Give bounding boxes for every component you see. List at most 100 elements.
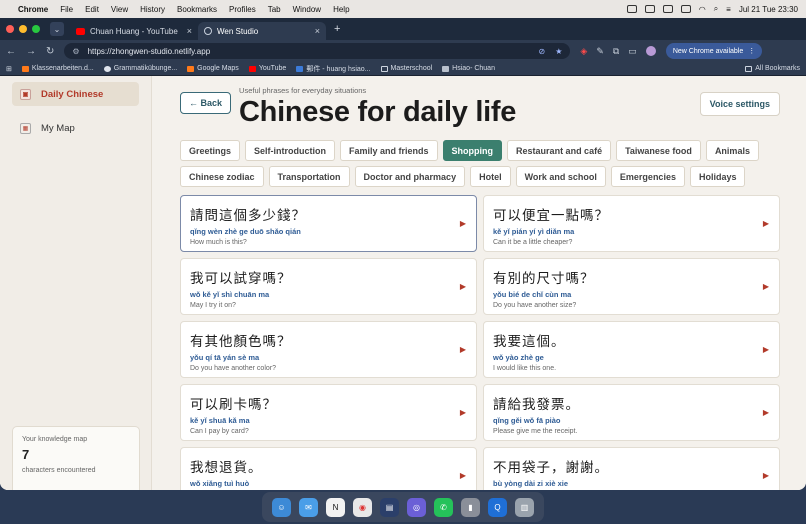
control-center-icon[interactable]: ≡ — [726, 5, 731, 14]
category-tab[interactable]: Greetings — [180, 140, 241, 161]
notion-status-icon[interactable] — [662, 5, 673, 13]
puzzle-icon[interactable]: ⧉ — [613, 46, 619, 57]
menu-tab[interactable]: Tab — [268, 5, 281, 14]
menu-help[interactable]: Help — [333, 5, 349, 14]
category-tab[interactable]: Transportation — [268, 166, 350, 187]
search-icon[interactable]: ⌕ — [714, 4, 718, 14]
menu-file[interactable]: File — [60, 5, 73, 14]
status-icon[interactable] — [644, 5, 655, 13]
phrase-card[interactable]: 請給我發票。 qǐng gěi wǒ fā piào Please give me … — [483, 384, 780, 441]
category-tab[interactable]: Self-introduction — [245, 140, 336, 161]
category-tab[interactable]: Emergencies — [610, 166, 685, 187]
play-audio-icon[interactable]: ▶ — [460, 219, 466, 228]
category-tab[interactable]: Doctor and pharmacy — [354, 166, 466, 187]
phrase-card[interactable]: 可以刷卡嗎？ kě yǐ shuā kǎ ma Can I pay by card?… — [180, 384, 477, 441]
minimize-window-button[interactable] — [19, 25, 27, 33]
chrome-update-button[interactable]: New Chrome available ⋮ — [665, 43, 763, 59]
menu-edit[interactable]: Edit — [85, 5, 99, 14]
sidebar-item-daily-chinese[interactable]: ▣ Daily Chinese — [12, 82, 139, 106]
phrase-card[interactable]: 有其他顏色嗎？ yǒu qí tā yán sè ma Do you have an… — [180, 321, 477, 378]
voice-settings-button[interactable]: Voice settings — [699, 92, 780, 116]
phrase-card[interactable]: 不用袋子，謝謝。 bù yòng dài zi xiè xie ▶ — [483, 447, 780, 490]
menu-app-name[interactable]: Chrome — [18, 5, 48, 14]
new-tab-button[interactable]: + — [334, 23, 340, 35]
profile-avatar-icon[interactable] — [645, 46, 656, 56]
whatsapp-icon[interactable]: ✆ — [434, 497, 453, 517]
play-audio-icon[interactable]: ▶ — [763, 471, 769, 480]
back-button[interactable]: ← Back — [180, 92, 232, 114]
trash-icon[interactable]: ▥ — [515, 497, 534, 517]
finder-icon[interactable]: ☺ — [272, 497, 291, 517]
category-tab[interactable]: Work and school — [515, 166, 606, 187]
sidepanel-icon[interactable]: ▭ — [628, 46, 637, 57]
play-audio-icon[interactable]: ▶ — [460, 282, 466, 291]
phrase-card[interactable]: 可以便宜一點嗎？ kě yǐ pián yí yì diǎn ma Can it b… — [483, 195, 780, 252]
tab-youtube[interactable]: Chuan Huang - YouTube × — [70, 22, 198, 40]
category-tab[interactable]: Family and friends — [340, 140, 438, 161]
play-audio-icon[interactable]: ▶ — [763, 345, 769, 354]
reload-icon[interactable]: ↻ — [46, 46, 54, 57]
menu-history[interactable]: History — [140, 5, 165, 14]
play-audio-icon[interactable]: ▶ — [460, 408, 466, 417]
phrase-card[interactable]: 請問這個多少錢？ qǐng wèn zhè ge duō shǎo qián How… — [180, 195, 477, 252]
bookmark-item[interactable]: 郵件 - huang hsiao... — [296, 64, 371, 74]
category-tab[interactable]: Hotel — [470, 166, 511, 187]
files-icon[interactable]: ▤ — [380, 497, 399, 517]
discord-icon[interactable]: ◎ — [407, 497, 426, 517]
bookmark-item[interactable]: Klassenarbeiten.d... — [21, 65, 94, 72]
all-bookmarks-folder[interactable]: All Bookmarks — [745, 65, 800, 72]
close-window-button[interactable] — [6, 25, 14, 33]
phrase-card[interactable]: 我可以試穿嗎？ wǒ kě yǐ shì chuān ma May I try it… — [180, 258, 477, 315]
category-tab[interactable]: Holidays — [689, 166, 746, 187]
page-title: Chinese for daily life — [239, 96, 517, 128]
shield-extension-icon[interactable]: ◈ — [580, 46, 587, 57]
browser-toolbar: ← → ↻ ⚙ https://zhongwen-studio.netlify.… — [0, 40, 806, 62]
play-audio-icon[interactable]: ▶ — [763, 408, 769, 417]
phrase-card[interactable]: 我要這個。 wǒ yào zhè ge I would like this one.… — [483, 321, 780, 378]
knowledge-map-card[interactable]: Your knowledge map 7 characters encounte… — [12, 426, 140, 490]
menu-window[interactable]: Window — [293, 5, 321, 14]
play-audio-icon[interactable]: ▶ — [763, 219, 769, 228]
phrase-card[interactable]: 有別的尺寸嗎？ yǒu bié de chǐ cùn ma Do you have … — [483, 258, 780, 315]
quicktime-icon[interactable]: Q — [488, 497, 507, 517]
category-tab[interactable]: Animals — [705, 140, 759, 161]
status-icon[interactable] — [626, 5, 637, 13]
close-tab-icon[interactable]: × — [315, 26, 320, 36]
menu-view[interactable]: View — [111, 5, 128, 14]
site-info-icon[interactable]: ⚙ — [72, 47, 79, 56]
wifi-icon[interactable]: ◠ — [699, 5, 706, 14]
menu-bookmarks[interactable]: Bookmarks — [177, 5, 217, 14]
category-tab[interactable]: Shopping — [442, 140, 503, 161]
bookmark-item[interactable]: YouTube — [248, 65, 286, 72]
disk-icon[interactable]: ▮ — [461, 497, 480, 517]
bookmark-item[interactable]: Hsiao- Chuan — [442, 65, 495, 72]
category-tab[interactable]: Taiwanese food — [616, 140, 701, 161]
battery-icon[interactable] — [680, 5, 691, 13]
phrase-card[interactable]: 我想退貨。 wǒ xiǎng tuì huò ▶ — [180, 447, 477, 490]
bookmark-folder[interactable]: Masterschool — [380, 65, 432, 72]
pen-extension-icon[interactable]: ✎ — [596, 46, 604, 57]
chrome-icon[interactable]: ◉ — [353, 497, 372, 517]
bookmark-item[interactable]: Grammatikübunge... — [103, 65, 177, 72]
category-tab[interactable]: Restaurant and café — [507, 140, 612, 161]
close-tab-icon[interactable]: × — [187, 26, 192, 36]
tab-search-icon[interactable]: ⌄ — [50, 22, 64, 36]
mail-icon[interactable]: ✉ — [299, 497, 318, 517]
eye-off-icon[interactable]: ⊘ — [539, 47, 546, 56]
address-bar[interactable]: ⚙ https://zhongwen-studio.netlify.app ⊘ … — [64, 43, 571, 59]
category-tab[interactable]: Chinese zodiac — [180, 166, 264, 187]
bookmark-item[interactable]: Google Maps — [187, 65, 239, 72]
play-audio-icon[interactable]: ▶ — [763, 282, 769, 291]
apps-grid-icon[interactable]: ⊞ — [6, 65, 12, 73]
menu-profiles[interactable]: Profiles — [229, 5, 256, 14]
zoom-window-button[interactable] — [32, 25, 40, 33]
bookmark-star-icon[interactable]: ★ — [555, 47, 562, 56]
tab-wen-studio[interactable]: Wen Studio × — [198, 22, 326, 40]
play-audio-icon[interactable]: ▶ — [460, 345, 466, 354]
play-audio-icon[interactable]: ▶ — [460, 471, 466, 480]
forward-arrow-icon[interactable]: → — [26, 46, 36, 57]
back-arrow-icon[interactable]: ← — [6, 46, 16, 57]
clock[interactable]: Jul 21 Tue 23:30 — [739, 5, 798, 14]
notion-icon[interactable]: N — [326, 497, 345, 517]
sidebar-item-my-map[interactable]: ▦ My Map — [12, 116, 139, 140]
